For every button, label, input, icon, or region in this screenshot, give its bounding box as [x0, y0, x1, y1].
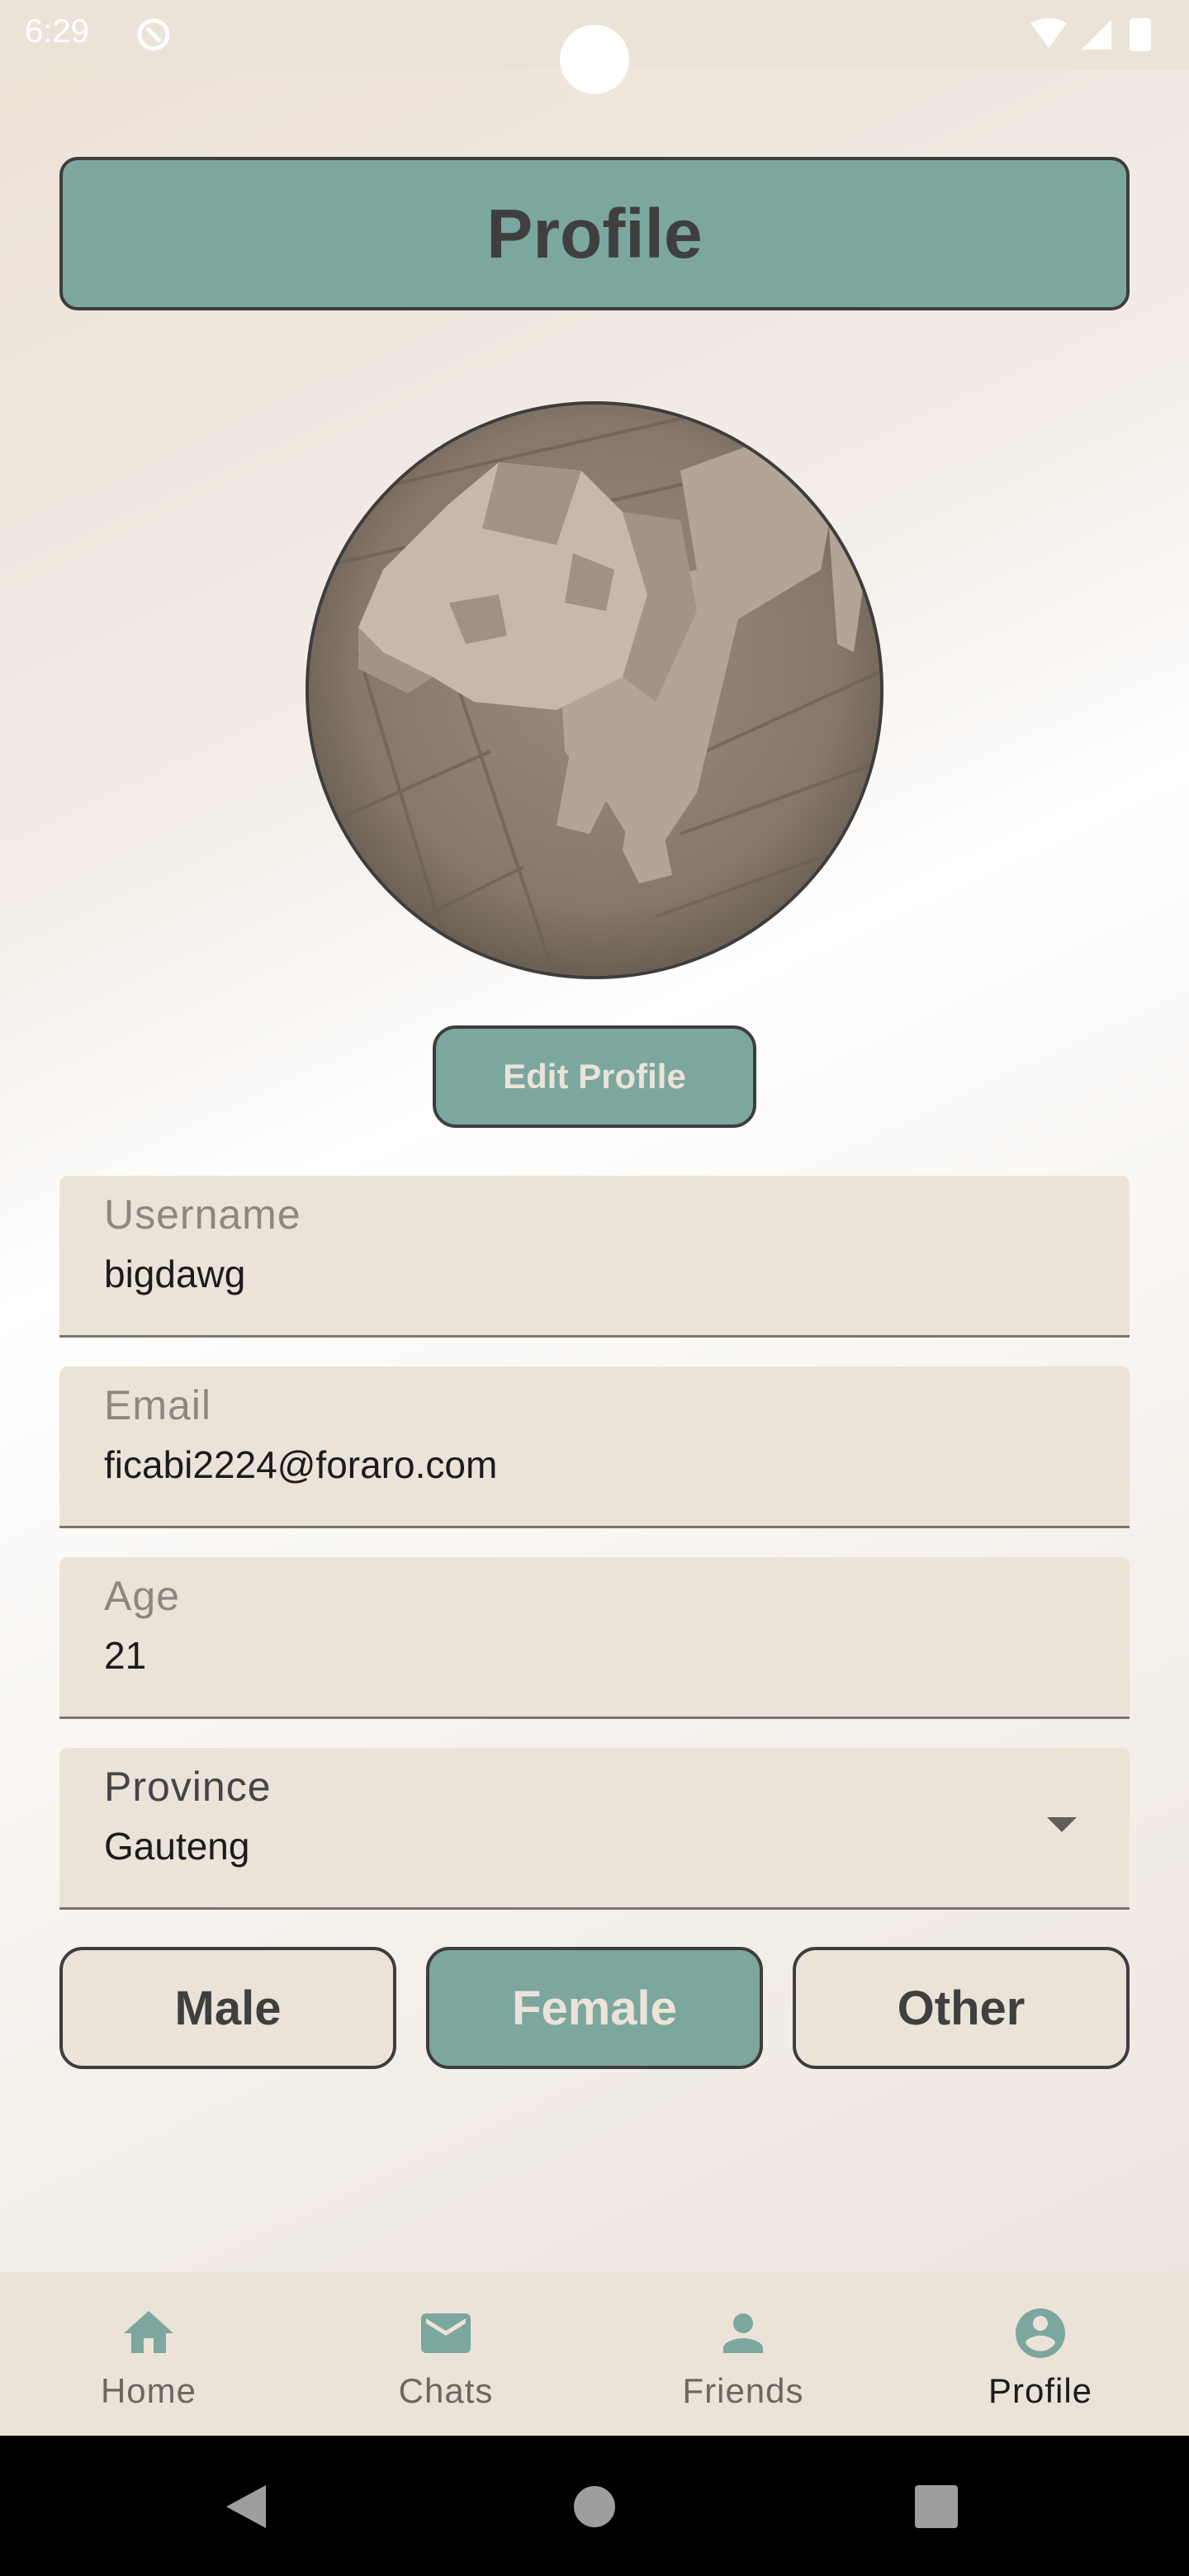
page-header: Profile: [59, 157, 1130, 310]
username-field[interactable]: Username bigdawg: [59, 1176, 1130, 1338]
dropdown-arrow-icon[interactable]: [1047, 1817, 1077, 1832]
notification-app-icon: [137, 18, 170, 51]
camera-cutout: [560, 25, 629, 94]
bottom-navigation: Home Chats Friends Profile: [0, 2272, 1189, 2436]
mail-icon: [421, 2313, 471, 2353]
system-navigation-bar: [0, 2436, 1189, 2576]
nav-item-chats[interactable]: Chats: [297, 2272, 594, 2436]
nav-label-home: Home: [100, 2371, 197, 2410]
nav-item-profile[interactable]: Profile: [892, 2272, 1189, 2436]
username-value: bigdawg: [104, 1252, 246, 1295]
profile-avatar: [306, 401, 883, 979]
person-icon: [723, 2313, 763, 2353]
email-value: ficabi2224@foraro.com: [104, 1443, 498, 1486]
dog-illustration: [309, 405, 880, 976]
province-value: Gauteng: [104, 1825, 250, 1868]
age-label: Age: [104, 1573, 180, 1619]
province-dropdown[interactable]: Province Gauteng: [59, 1748, 1130, 1910]
home-system-icon[interactable]: [573, 2485, 616, 2528]
age-field[interactable]: Age 21: [59, 1557, 1130, 1719]
status-indicators-icon: [1030, 18, 1151, 51]
back-icon[interactable]: [223, 2482, 272, 2531]
edit-profile-button[interactable]: Edit Profile: [433, 1025, 756, 1128]
username-label: Username: [104, 1191, 301, 1238]
gender-other-button[interactable]: Other: [793, 1947, 1130, 2069]
status-time: 6:29: [25, 13, 89, 50]
email-label: Email: [104, 1382, 212, 1428]
nav-label-chats: Chats: [398, 2371, 494, 2410]
account-circle-icon: [1016, 2308, 1065, 2358]
nav-item-home[interactable]: Home: [0, 2272, 297, 2436]
recents-icon[interactable]: [915, 2485, 958, 2528]
nav-label-profile: Profile: [988, 2371, 1093, 2410]
home-icon: [124, 2311, 173, 2353]
email-field[interactable]: Email ficabi2224@foraro.com: [59, 1366, 1130, 1528]
page-title: Profile: [486, 194, 703, 272]
gender-female-button[interactable]: Female: [426, 1947, 763, 2069]
province-label: Province: [104, 1764, 272, 1810]
gender-male-button[interactable]: Male: [59, 1947, 396, 2069]
nav-label-friends: Friends: [682, 2371, 804, 2410]
age-value: 21: [104, 1634, 147, 1677]
nav-item-friends[interactable]: Friends: [594, 2272, 892, 2436]
